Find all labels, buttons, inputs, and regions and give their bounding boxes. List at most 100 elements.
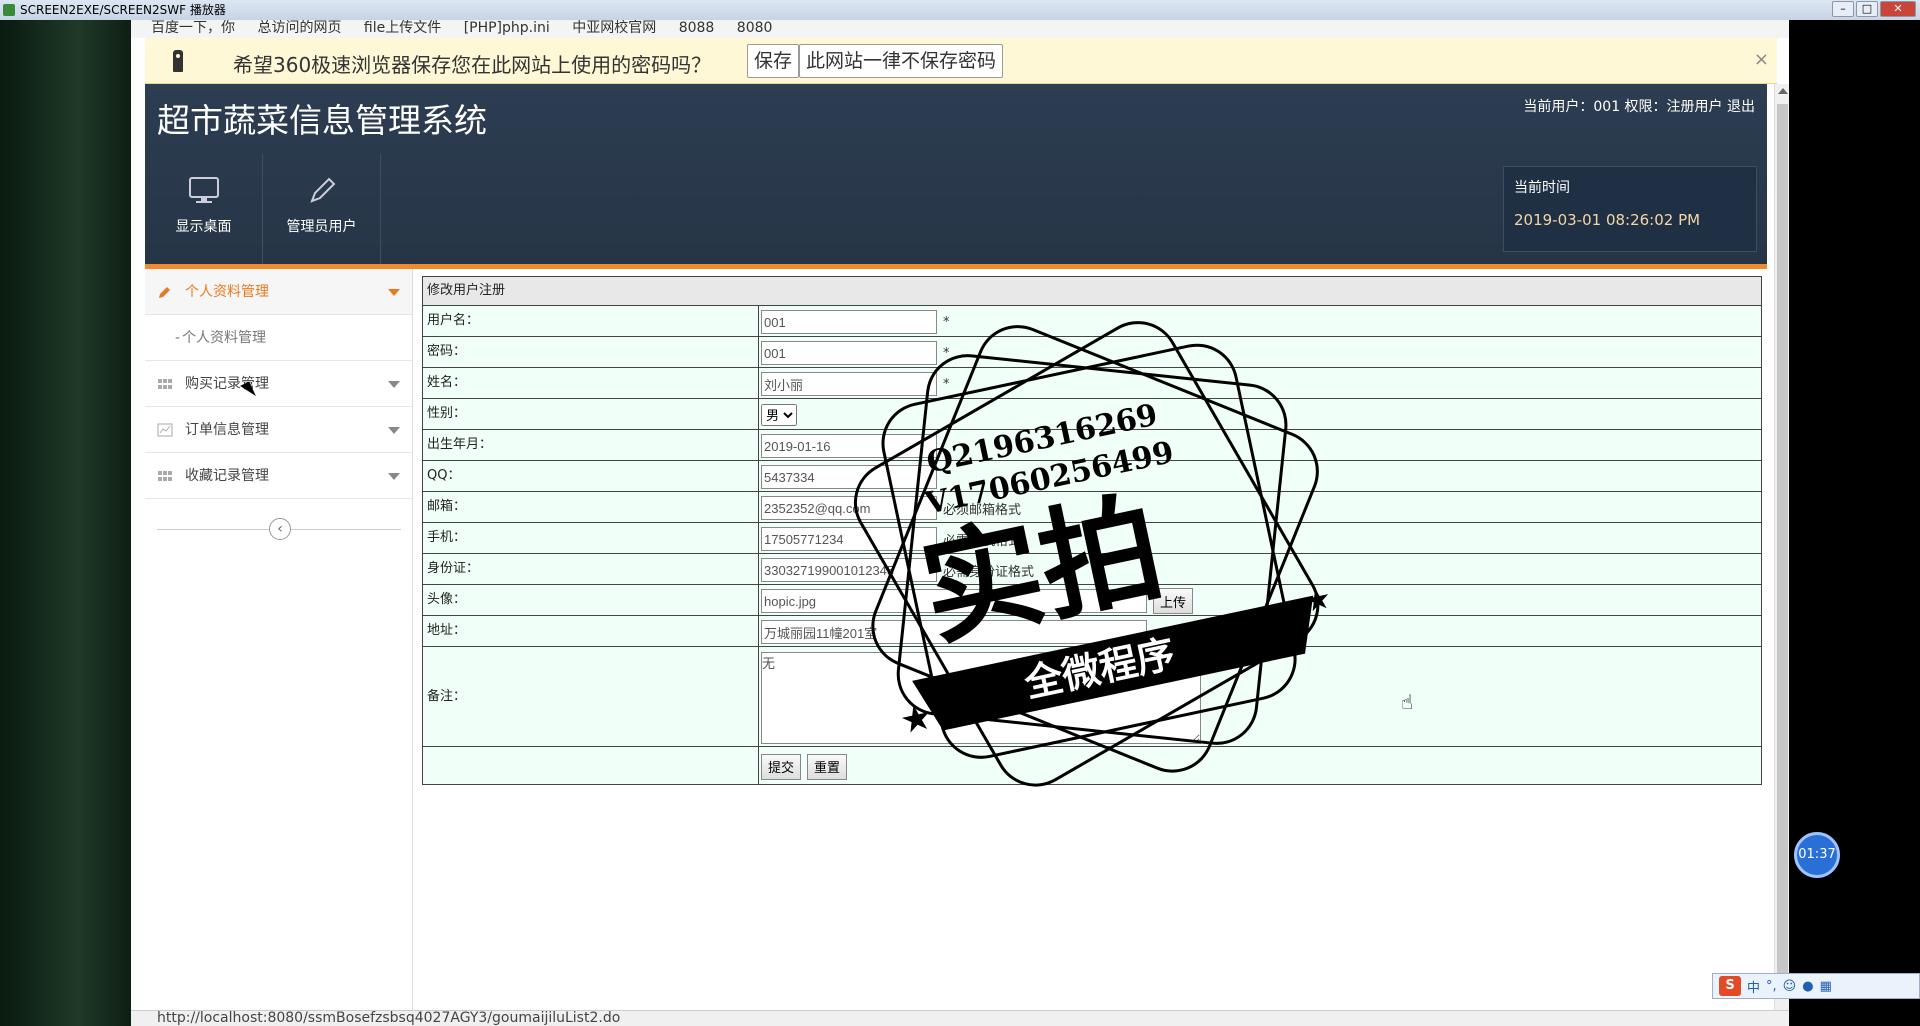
field-label: 邮箱： <box>423 492 759 522</box>
chevron-down-icon <box>388 427 400 434</box>
form-caption: 修改用户注册 <box>423 277 1761 306</box>
bookmark-item[interactable]: 8088 <box>679 20 715 36</box>
sidebar-item-label: 订单信息管理 <box>185 422 269 438</box>
sidebar-subitem-profile[interactable]: 个人资料管理 <box>145 315 412 361</box>
username-field[interactable] <box>761 310 937 334</box>
web-page: 超市蔬菜信息管理系统 当前用户：001 权限：注册用户 退出 显示桌面 管理员用… <box>145 84 1777 1010</box>
current-user-text: 当前用户：001 权限：注册用户 <box>1523 99 1723 115</box>
email-field[interactable] <box>761 496 937 520</box>
field-label: QQ： <box>423 461 759 491</box>
emoji-icon[interactable]: ☺ <box>1783 979 1797 994</box>
reset-button[interactable]: 重置 <box>807 753 848 780</box>
form-row-password: 密码： * <box>423 337 1761 368</box>
user-info: 当前用户：001 权限：注册用户 退出 <box>1523 96 1755 116</box>
form-row-qq: QQ： <box>423 461 1761 492</box>
sidebar-item-label: 收藏记录管理 <box>185 468 269 484</box>
form-row-remark: 备注： 无 <box>423 647 1761 747</box>
close-window-button[interactable]: ✕ <box>1880 1 1916 17</box>
current-time-box: 当前时间 2019-03-01 08:26:02 PM <box>1503 166 1757 252</box>
ime-toolbar[interactable]: S 中 °, ☺ ● ▦ <box>1712 973 1920 999</box>
nav-admin-user[interactable]: 管理员用户 <box>263 154 381 264</box>
address-field[interactable] <box>761 620 1147 644</box>
password-field[interactable] <box>761 341 937 365</box>
gender-select[interactable]: 男 <box>761 404 797 426</box>
phone-field[interactable] <box>761 527 937 551</box>
field-hint: 必需身份证格式 <box>943 564 1035 580</box>
desktop-background <box>0 20 131 1026</box>
bookmark-item[interactable]: 百度一下，你 <box>151 20 235 36</box>
sidebar-collapse: ‹ <box>157 518 401 549</box>
field-label: 地址： <box>423 616 759 646</box>
bookmark-item[interactable]: 总访问的网页 <box>257 20 341 36</box>
status-bar: http://localhost:8080/ssmBosefzsbsq4027A… <box>131 1010 1789 1026</box>
app-header: 超市蔬菜信息管理系统 当前用户：001 权限：注册用户 退出 显示桌面 管理员用… <box>145 84 1767 264</box>
scroll-up-icon[interactable] <box>1778 88 1788 94</box>
key-icon <box>173 50 183 72</box>
never-save-password-button[interactable]: 此网站一律不保存密码 <box>799 44 1004 78</box>
sidebar-item-orders[interactable]: 订单信息管理 <box>145 407 412 453</box>
bookmark-item[interactable]: 8080 <box>737 20 773 36</box>
qq-field[interactable] <box>761 465 937 489</box>
sidebar-item-purchases[interactable]: 购买记录管理 <box>145 361 412 407</box>
recording-timer[interactable]: 01:37 <box>1794 832 1840 878</box>
field-label: 手机： <box>423 523 759 553</box>
form-row-email: 邮箱： 必须邮箱格式 <box>423 492 1761 523</box>
time-value: 2019-03-01 08:26:02 PM <box>1514 211 1701 229</box>
field-label: 出生年月： <box>423 430 759 460</box>
mic-icon[interactable]: ● <box>1802 979 1813 994</box>
page-scrollbar[interactable] <box>1774 84 1789 1010</box>
bookmark-item[interactable]: [PHP]php.ini <box>464 20 550 36</box>
required-mark: * <box>943 376 950 392</box>
scroll-thumb[interactable] <box>1777 104 1788 974</box>
chevron-down-icon <box>388 381 400 388</box>
field-hint: 必需手机格式 <box>943 533 1022 549</box>
punctuation-icon[interactable]: °, <box>1766 979 1777 994</box>
birthdate-field[interactable] <box>761 434 937 458</box>
nav-label: 管理员用户 <box>286 219 357 235</box>
bookmark-item[interactable]: 中亚网校官网 <box>572 20 656 36</box>
field-label: 性别： <box>423 399 759 429</box>
close-icon[interactable]: × <box>1754 49 1769 70</box>
chevron-down-icon <box>388 289 400 296</box>
bookmark-item[interactable]: file上传文件 <box>364 20 441 36</box>
form-row-address: 地址： <box>423 616 1761 647</box>
logout-link[interactable]: 退出 <box>1727 99 1755 115</box>
form-row-idcard: 身份证： 必需身份证格式 <box>423 554 1761 585</box>
collapse-sidebar-button[interactable]: ‹ <box>269 518 291 540</box>
sogou-icon: S <box>1719 976 1741 996</box>
sidebar-item-profile[interactable]: 个人资料管理 <box>145 269 412 315</box>
submit-button[interactable]: 提交 <box>761 753 802 780</box>
form-row-gender: 性别： 男 <box>423 399 1761 430</box>
required-mark: * <box>943 314 950 330</box>
browser-window: 百度一下，你 总访问的网页 file上传文件 [PHP]php.ini 中亚网校… <box>131 20 1789 1026</box>
form-row-actions: 提交 重置 <box>423 747 1761 784</box>
form-row-birthdate: 出生年月： <box>423 430 1761 461</box>
idcard-field[interactable] <box>761 558 937 582</box>
keyboard-icon[interactable]: ▦ <box>1820 979 1832 994</box>
form-row-username: 用户名： * <box>423 306 1761 337</box>
remark-textarea[interactable]: 无 <box>761 651 1201 744</box>
app-icon <box>3 4 15 16</box>
upload-button[interactable]: 上传 <box>1153 588 1194 614</box>
pencil-icon <box>159 287 170 298</box>
grid-icon <box>158 471 172 481</box>
avatar-field[interactable] <box>761 589 1147 613</box>
nav-show-desktop[interactable]: 显示桌面 <box>145 154 263 264</box>
chevron-down-icon <box>388 473 400 480</box>
field-label: 姓名： <box>423 368 759 398</box>
form-row-avatar: 头像： 上传 <box>423 585 1761 616</box>
field-label: 身份证： <box>423 554 759 584</box>
save-password-message: 希望360极速浏览器保存您在此网站上使用的密码吗？ <box>233 53 712 77</box>
save-password-button[interactable]: 保存 <box>747 44 800 78</box>
field-label: 密码： <box>423 337 759 367</box>
monitor-icon <box>188 177 219 203</box>
sidebar-item-favorites[interactable]: 收藏记录管理 <box>145 453 412 499</box>
name-field[interactable] <box>761 372 937 396</box>
field-label: 备注： <box>423 647 759 746</box>
app-title: 超市蔬菜信息管理系统 <box>157 101 487 140</box>
ime-mode[interactable]: 中 <box>1747 977 1760 996</box>
maximize-button[interactable]: □ <box>1856 1 1878 17</box>
edit-user-form: 修改用户注册 用户名： * 密码： * 姓名： * 性别： 男 出生年月： <box>422 276 1762 785</box>
pencil-icon <box>309 177 335 203</box>
minimize-button[interactable]: – <box>1832 1 1854 17</box>
